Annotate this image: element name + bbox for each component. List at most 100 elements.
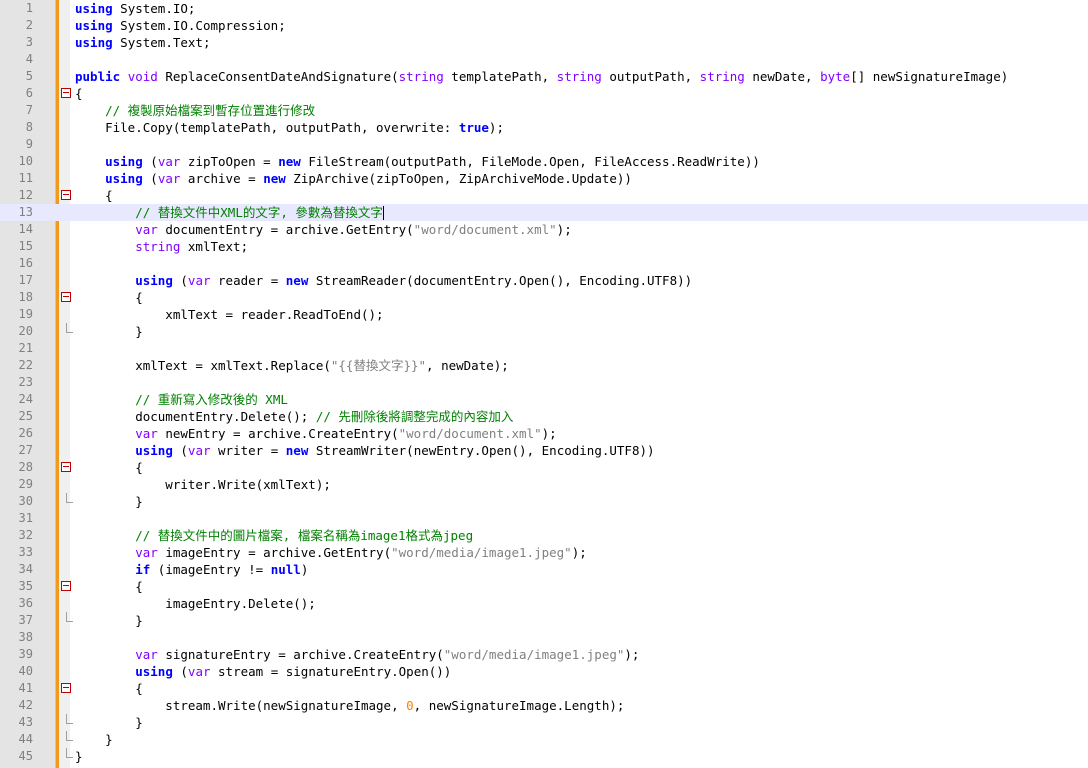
code-text: using (var archive = new ZipArchive(zipT… xyxy=(75,170,632,187)
line-number: 22 xyxy=(18,358,33,372)
code-token: StreamReader(documentEntry.Open(), Encod… xyxy=(308,273,693,288)
code-token: using xyxy=(75,1,113,16)
code-line[interactable]: 19 xmlText = reader.ReadToEnd(); xyxy=(0,306,1088,323)
line-number: 16 xyxy=(18,256,33,270)
code-line[interactable]: 23 xyxy=(0,374,1088,391)
fold-end-marker-icon xyxy=(66,612,73,622)
code-token: documentEntry = archive.GetEntry( xyxy=(157,222,414,237)
line-number: 30 xyxy=(18,494,33,508)
code-line[interactable]: 11 using (var archive = new ZipArchive(z… xyxy=(0,170,1088,187)
code-line[interactable]: 16 xyxy=(0,255,1088,272)
code-token: } xyxy=(75,324,143,339)
code-editor[interactable]: 1 using System.IO; 2 using System.IO.Compre… xyxy=(0,0,1088,768)
fold-toggle-icon[interactable] xyxy=(61,292,71,302)
code-line[interactable]: 6{ xyxy=(0,85,1088,102)
code-line[interactable]: 1 using System.IO; xyxy=(0,0,1088,17)
code-line[interactable]: 18 { xyxy=(0,289,1088,306)
code-line[interactable]: 28 { xyxy=(0,459,1088,476)
code-line[interactable]: 4 xyxy=(0,51,1088,68)
text-caret xyxy=(382,206,384,220)
code-token: var xyxy=(135,426,158,441)
code-token: { xyxy=(75,579,143,594)
code-token: "word/document.xml" xyxy=(413,222,557,237)
code-line[interactable]: 32 // 替換文件中的圖片檔案, 檔案名稱為image1格式為jpeg xyxy=(0,527,1088,544)
code-line[interactable]: 36 imageEntry.Delete(); xyxy=(0,595,1088,612)
code-line[interactable]: 10 using (var zipToOpen = new FileStream… xyxy=(0,153,1088,170)
code-line[interactable]: 21 xyxy=(0,340,1088,357)
line-number: 27 xyxy=(18,443,33,457)
code-line[interactable]: 3 using System.Text; xyxy=(0,34,1088,51)
code-line[interactable]: 14 var documentEntry = archive.GetEntry(… xyxy=(0,221,1088,238)
code-text: } xyxy=(75,748,83,765)
code-line[interactable]: 15 string xmlText; xyxy=(0,238,1088,255)
line-number: 15 xyxy=(18,239,33,253)
code-token: string xyxy=(398,69,444,84)
code-line[interactable]: 43 } xyxy=(0,714,1088,731)
code-line[interactable]: 29 writer.Write(xmlText); xyxy=(0,476,1088,493)
code-token: // 替換文件中的圖片檔案, 檔案名稱為image1格式為jpeg xyxy=(75,528,474,543)
code-line[interactable]: 5 public void ReplaceConsentDateAndSignat… xyxy=(0,68,1088,85)
code-line[interactable]: 2 using System.IO.Compression; xyxy=(0,17,1088,34)
code-line[interactable]: 26 var newEntry = archive.CreateEntry("w… xyxy=(0,425,1088,442)
code-token: // 替換文件中XML的文字, 參數為替換文字 xyxy=(75,205,383,220)
code-token: signatureEntry = archive.CreateEntry( xyxy=(157,647,444,662)
code-line[interactable]: 27 using (var writer = new StreamWriter(… xyxy=(0,442,1088,459)
code-line[interactable]: 13 // 替換文件中XML的文字, 參數為替換文字 xyxy=(0,204,1088,221)
fold-toggle-icon[interactable] xyxy=(61,190,71,200)
code-text: { xyxy=(75,459,143,476)
fold-toggle-icon[interactable] xyxy=(61,683,71,693)
code-line[interactable]: 42 stream.Write(newSignatureImage, 0, ne… xyxy=(0,697,1088,714)
code-line[interactable]: 17 using (var reader = new StreamReader(… xyxy=(0,272,1088,289)
code-line[interactable]: 20 } xyxy=(0,323,1088,340)
code-line[interactable]: 25 documentEntry.Delete(); // 先刪除後將調整完成的… xyxy=(0,408,1088,425)
line-number: 36 xyxy=(18,596,33,610)
line-number: 20 xyxy=(18,324,33,338)
code-text: { xyxy=(75,680,143,697)
code-line[interactable]: 37 } xyxy=(0,612,1088,629)
code-token: ) xyxy=(300,562,309,577)
code-text: } xyxy=(75,731,113,748)
fold-end-marker-icon xyxy=(66,493,73,503)
code-line[interactable]: 33 var imageEntry = archive.GetEntry("wo… xyxy=(0,544,1088,561)
code-token: var xyxy=(157,171,181,186)
code-line[interactable]: 8 File.Copy(templatePath, outputPath, ov… xyxy=(0,119,1088,136)
fold-toggle-icon[interactable] xyxy=(61,581,71,591)
code-line[interactable]: 31 xyxy=(0,510,1088,527)
code-line[interactable]: 9 xyxy=(0,136,1088,153)
line-number: 31 xyxy=(18,511,33,525)
code-line[interactable]: 41 { xyxy=(0,680,1088,697)
code-token: System.IO.Compression; xyxy=(120,18,286,33)
line-number: 21 xyxy=(18,341,33,355)
code-token: zipToOpen = xyxy=(180,154,279,169)
code-line[interactable]: 7 // 複製原始檔案到暫存位置進行修改 xyxy=(0,102,1088,119)
fold-toggle-icon[interactable] xyxy=(61,462,71,472)
code-line[interactable]: 34 if (imageEntry != null) xyxy=(0,561,1088,578)
code-token: } xyxy=(75,715,143,730)
code-text: xmlText = xmlText.Replace("{{替換文字}}", ne… xyxy=(75,357,509,374)
code-token: templatePath, xyxy=(443,69,557,84)
line-number: 17 xyxy=(18,273,33,287)
code-line[interactable]: 12 { xyxy=(0,187,1088,204)
code-text: using System.Text; xyxy=(75,34,210,51)
code-line[interactable]: 45} xyxy=(0,748,1088,765)
code-line[interactable]: 44 } xyxy=(0,731,1088,748)
code-text: using (var stream = signatureEntry.Open(… xyxy=(75,663,451,680)
code-line[interactable]: 40 using (var stream = signatureEntry.Op… xyxy=(0,663,1088,680)
code-line[interactable]: 35 { xyxy=(0,578,1088,595)
code-line[interactable]: 24 // 重新寫入修改後的 XML xyxy=(0,391,1088,408)
code-token: (imageEntry != xyxy=(150,562,271,577)
line-number: 45 xyxy=(18,749,33,763)
code-token: "{{替換文字}}" xyxy=(330,358,427,373)
code-text: File.Copy(templatePath, outputPath, over… xyxy=(75,119,504,136)
code-line[interactable]: 30 } xyxy=(0,493,1088,510)
line-number: 40 xyxy=(18,664,33,678)
code-text: var signatureEntry = archive.CreateEntry… xyxy=(75,646,639,663)
code-line[interactable]: 39 var signatureEntry = archive.CreateEn… xyxy=(0,646,1088,663)
code-line[interactable]: 38 xyxy=(0,629,1088,646)
line-number: 3 xyxy=(25,35,33,49)
code-line[interactable]: 22 xmlText = xmlText.Replace("{{替換文字}}",… xyxy=(0,357,1088,374)
code-text: var imageEntry = archive.GetEntry("word/… xyxy=(75,544,587,561)
fold-toggle-icon[interactable] xyxy=(61,88,71,98)
